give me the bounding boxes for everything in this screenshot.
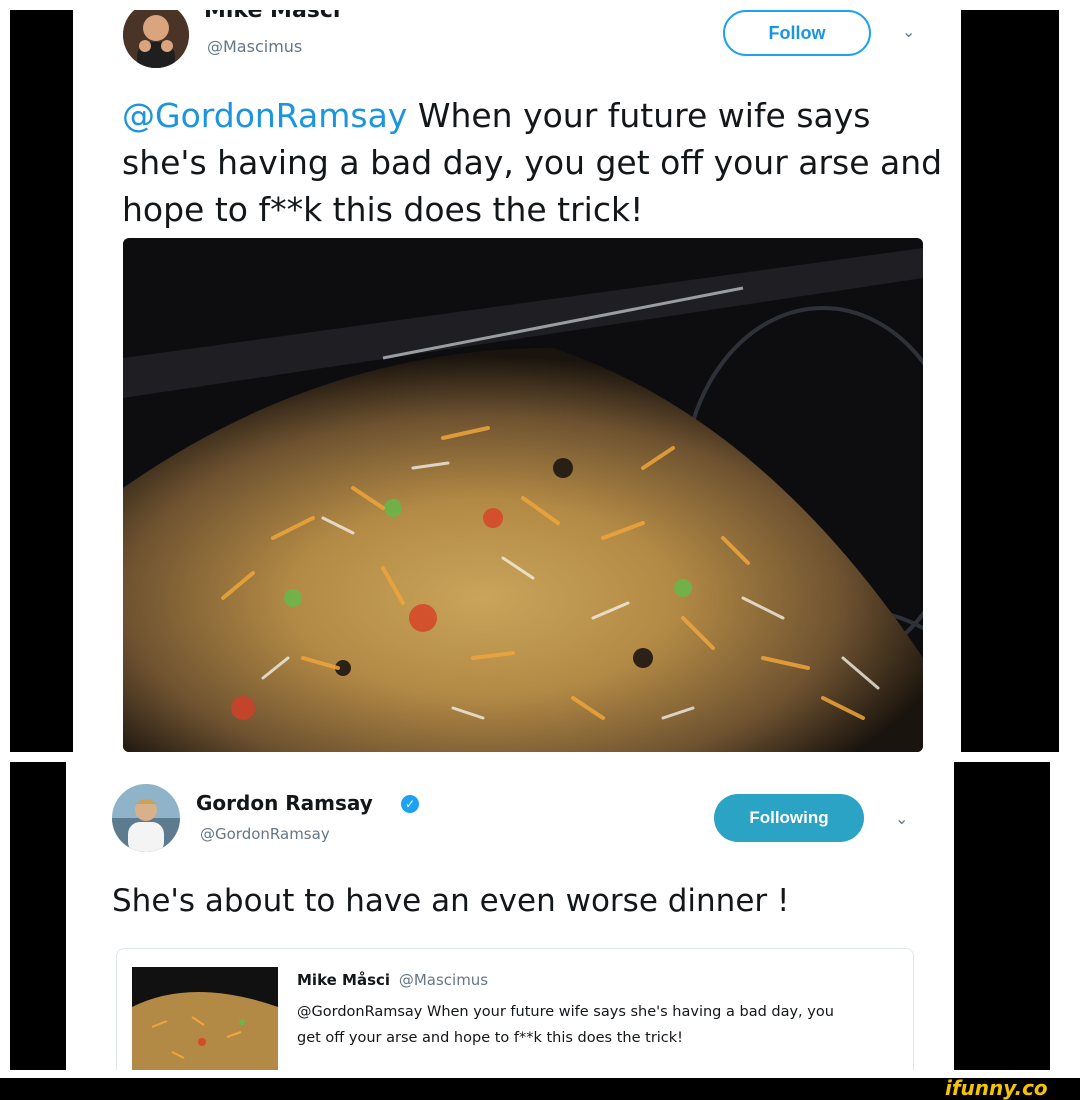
chevron-down-icon[interactable]: ⌄ xyxy=(895,809,908,828)
author-handle[interactable]: @Mascimus xyxy=(207,37,302,56)
following-button[interactable]: Following xyxy=(714,794,864,842)
quoted-author-handle: @Mascimus xyxy=(398,971,489,989)
quoted-author-name: Mike Måsci xyxy=(297,971,391,989)
avatar[interactable] xyxy=(112,784,180,852)
left-letterbox-bottom xyxy=(10,762,66,1070)
quoted-tweet-thumbnail xyxy=(132,967,278,1070)
quoted-tweet[interactable]: Mike Måsci @Mascimus @GordonRamsay When … xyxy=(116,948,914,1070)
tweet-text: She's about to have an even worse dinner… xyxy=(112,883,790,919)
right-letterbox-top xyxy=(961,10,1059,752)
left-letterbox-top xyxy=(10,10,73,752)
tweet-text: @GordonRamsay When your future wife says… xyxy=(122,92,952,233)
mention-link[interactable]: @GordonRamsay xyxy=(122,96,407,135)
quoted-tweet-author: Mike Måsci @Mascimus xyxy=(297,971,488,989)
tweet-mike-masci: Mike Masci @Mascimus Follow ⌄ @GordonRam… xyxy=(73,10,961,752)
bottom-footer-bar xyxy=(0,1078,1080,1100)
follow-button[interactable]: Follow xyxy=(723,10,871,56)
author-name[interactable]: Gordon Ramsay xyxy=(196,791,373,815)
tweet-photo-nachos[interactable] xyxy=(123,238,923,752)
verified-badge-icon: ✓ xyxy=(401,795,419,813)
quoted-tweet-text: @GordonRamsay When your future wife says… xyxy=(297,1004,834,1046)
tweet-gordon-ramsay: Gordon Ramsay ✓ @GordonRamsay Following … xyxy=(66,762,954,1070)
author-handle[interactable]: @GordonRamsay xyxy=(200,825,330,843)
author-name[interactable]: Mike Masci xyxy=(204,10,340,23)
watermark: ifunny.co xyxy=(945,1076,1048,1100)
avatar[interactable] xyxy=(123,10,189,68)
chevron-down-icon[interactable]: ⌄ xyxy=(902,22,915,41)
right-letterbox-bottom xyxy=(954,762,1050,1070)
